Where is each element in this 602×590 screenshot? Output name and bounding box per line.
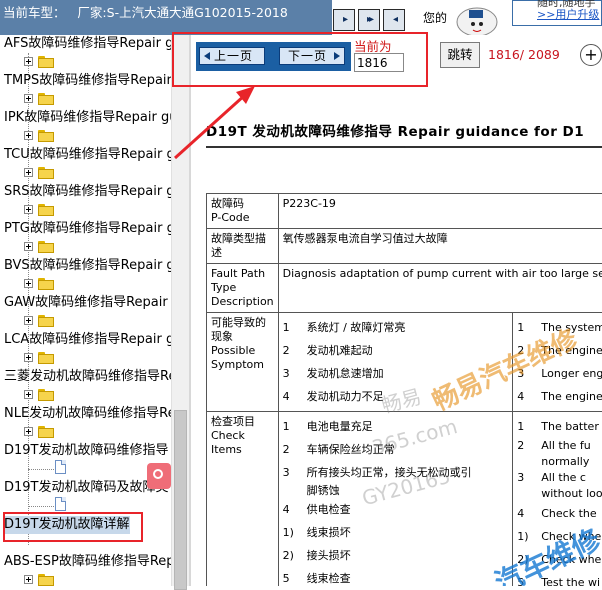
pager-highlight-box: [172, 32, 428, 87]
title-rule: [206, 146, 602, 148]
document-icon: [55, 497, 66, 511]
tree-item-label[interactable]: PTG故障码维修指导Repair guidance: [4, 220, 171, 238]
upgrade-link[interactable]: >>用户升级: [537, 9, 601, 21]
tree-item-label[interactable]: 三菱发动机故障码维修指导Repair: [4, 368, 171, 386]
sidebar-scrollbar[interactable]: [171, 35, 189, 586]
folder-icon: [38, 56, 54, 68]
folder-icon: [38, 130, 54, 142]
tree-item-label[interactable]: D19T发动机故障码及故障类: [4, 479, 169, 497]
folder-icon: [38, 167, 54, 179]
vehicle-info: 当前车型： 厂家:S-上汽大通大通G102015-2018: [0, 0, 332, 35]
catalog-tree: AFS故障码维修指导Repair guidance TMPS故障码维修指导Rep…: [0, 35, 171, 586]
table-row: Fault Path Type Description Diagnosis ad…: [207, 264, 602, 313]
expand-icon[interactable]: [24, 575, 33, 584]
table-row: 故障码P-Code P223C-19: [207, 194, 602, 229]
tree-item-label[interactable]: ABS-ESP故障码维修指导Repair: [4, 553, 171, 571]
expand-icon[interactable]: [24, 390, 33, 399]
nav-next-next-icon[interactable]: ▸▸: [358, 9, 380, 31]
top-header: 当前车型： 厂家:S-上汽大通大通G102015-2018 ▸ ▸▸ ◂ 您的 …: [0, 0, 602, 35]
jump-button[interactable]: 跳转: [440, 42, 480, 68]
expand-icon[interactable]: [24, 353, 33, 362]
nav-buttons: ▸ ▸▸ ◂: [333, 9, 405, 31]
tree-item-label[interactable]: IPK故障码维修指导Repair guidance: [4, 109, 171, 127]
zoom-in-icon[interactable]: +: [580, 44, 602, 66]
nav-forward-icon[interactable]: ◂: [383, 9, 405, 31]
expand-icon[interactable]: [24, 427, 33, 436]
folder-icon: [38, 315, 54, 327]
expand-icon[interactable]: [24, 279, 33, 288]
expand-icon[interactable]: [24, 131, 33, 140]
upgrade-promo[interactable]: 随时,随地手 >>用户升级: [512, 0, 602, 26]
document-icon: [55, 460, 66, 474]
table-row: 故障类型描述 氧传感器泵电流自学习值过大故障: [207, 229, 602, 264]
folder-icon: [38, 241, 54, 253]
folder-icon: [38, 426, 54, 438]
nav-first-icon[interactable]: ▸: [333, 9, 355, 31]
tree-item-label[interactable]: AFS故障码维修指导Repair guidance: [4, 35, 171, 53]
folder-icon: [38, 278, 54, 290]
greeting-text: 您的: [423, 9, 447, 26]
expand-icon[interactable]: [24, 168, 33, 177]
document-viewer: 上一页 下一页 当前为 跳转 1816/ 2089 + D19T 发动机故障码维…: [191, 35, 602, 586]
selection-highlight-box: [3, 512, 143, 542]
tree-item-label[interactable]: BVS故障码维修指导Repair guidance: [4, 257, 171, 275]
tree-item-label[interactable]: TMPS故障码维修指导Repair guidance: [4, 72, 171, 90]
tree-item-label[interactable]: SRS故障码维修指导Repair guidance: [4, 183, 171, 201]
tree-item-label[interactable]: NLE发动机故障码维修指导Repair: [4, 405, 171, 423]
document-title: D19T 发动机故障码维修指导 Repair guidance for D1: [206, 120, 584, 140]
scrollbar-thumb[interactable]: [174, 410, 187, 590]
assistant-icon[interactable]: [147, 463, 171, 489]
expand-icon[interactable]: [24, 57, 33, 66]
mascot-icon: [447, 0, 512, 35]
tree-item-label[interactable]: LCA故障码维修指导Repair guidance: [4, 331, 171, 349]
tree-item-label[interactable]: GAW故障码维修指导Repair guidance: [4, 294, 171, 312]
pcode-value: P223C-19: [278, 194, 602, 229]
expand-icon[interactable]: [24, 94, 33, 103]
expand-icon[interactable]: [24, 316, 33, 325]
expand-icon[interactable]: [24, 242, 33, 251]
folder-icon: [38, 574, 54, 586]
tree-item-label[interactable]: D19T发动机故障码维修指导: [4, 442, 169, 460]
folder-icon: [38, 204, 54, 216]
folder-icon: [38, 93, 54, 105]
folder-icon: [38, 352, 54, 364]
expand-icon[interactable]: [24, 205, 33, 214]
tree-item-label[interactable]: TCU故障码维修指导Repair guidance: [4, 146, 171, 164]
page-count: 1816/ 2089: [488, 47, 560, 62]
document-page: D19T 发动机故障码维修指导 Repair guidance for D1 故…: [191, 80, 602, 586]
folder-icon: [38, 389, 54, 401]
